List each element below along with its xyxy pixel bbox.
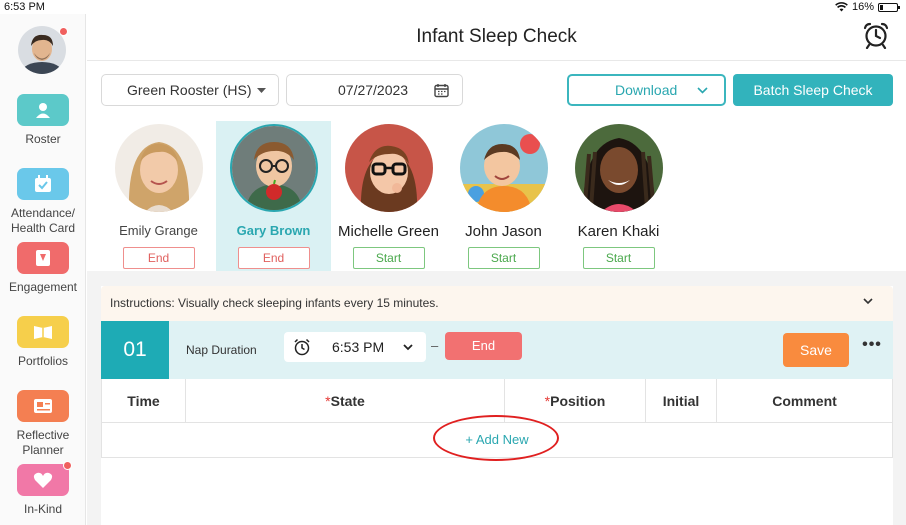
status-bar: 6:53 PM 16%: [0, 0, 906, 14]
download-dropdown[interactable]: Download: [567, 74, 726, 106]
child-photo: [459, 124, 548, 212]
download-label: Download: [615, 82, 678, 98]
sleep-check-panel: Instructions: Visually check sleeping in…: [101, 286, 893, 525]
page-header: Infant Sleep Check: [87, 14, 906, 61]
notification-dot: [59, 27, 68, 36]
sidebar-item-label: Attendance/ Health Card: [10, 206, 76, 235]
sidebar-item-attendance[interactable]: Attendance/ Health Card: [0, 168, 86, 236]
child-photo: [574, 124, 663, 212]
add-new-row: + Add New: [102, 415, 892, 461]
sidebar-item-reflective-planner[interactable]: Reflective Planner: [0, 390, 86, 458]
sidebar-item-portfolios[interactable]: Portfolios: [0, 316, 86, 369]
chevron-down-icon[interactable]: [863, 298, 873, 305]
instructions-text: Instructions: Visually check sleeping in…: [110, 296, 439, 310]
children-list: Emily Grange End Gary Brown End Michelle…: [101, 121, 891, 271]
roster-icon: [17, 94, 69, 126]
sidebar-item-in-kind[interactable]: In-Kind: [0, 461, 86, 517]
child-photo: [114, 124, 203, 212]
child-name: John Jason: [465, 223, 542, 240]
column-header-time: Time: [102, 379, 186, 423]
child-card-gary-brown[interactable]: Gary Brown End: [216, 121, 331, 271]
nap-row: 01 Nap Duration 6:53 PM – End Save •••: [101, 321, 893, 379]
start-button[interactable]: Start: [582, 247, 655, 269]
column-header-comment: Comment: [772, 393, 837, 409]
sidebar-item-roster[interactable]: Roster: [0, 94, 86, 147]
heart-icon: [17, 461, 72, 496]
nap-end-button[interactable]: End: [445, 332, 522, 360]
nap-start-time: 6:53 PM: [332, 339, 385, 355]
sidebar-item-label: Engagement: [8, 280, 78, 294]
instructions-bar[interactable]: Instructions: Visually check sleeping in…: [101, 286, 893, 321]
nap-duration-label: Nap Duration: [186, 343, 257, 357]
status-time: 6:53 PM: [4, 1, 45, 13]
end-button[interactable]: End: [122, 247, 195, 269]
child-name: Emily Grange: [119, 223, 198, 238]
child-card-john-jason[interactable]: John Jason Start: [446, 121, 561, 271]
child-card-emily-grange[interactable]: Emily Grange End: [101, 121, 216, 271]
user-avatar[interactable]: [18, 26, 68, 74]
engagement-icon: [17, 242, 69, 274]
toolbar: Green Rooster (HS) 07/27/2023 Download B…: [87, 61, 906, 121]
chevron-down-icon: [697, 86, 708, 94]
classroom-select-value: Green Rooster (HS): [127, 82, 252, 98]
child-photo: [344, 124, 433, 212]
date-picker[interactable]: 07/27/2023: [286, 74, 463, 106]
calendar-icon: [434, 83, 449, 97]
start-button[interactable]: Start: [352, 247, 425, 269]
page-title: Infant Sleep Check: [416, 26, 577, 47]
calendar-check-icon: [17, 168, 69, 200]
notification-dot: [63, 461, 72, 470]
nap-start-time-select[interactable]: 6:53 PM: [284, 332, 426, 362]
child-card-karen-khaki[interactable]: Karen Khaki Start: [561, 121, 676, 271]
more-options-icon[interactable]: •••: [861, 336, 883, 358]
date-value: 07/27/2023: [338, 82, 409, 98]
sidebar-item-label: Portfolios: [17, 354, 69, 368]
start-button[interactable]: Start: [467, 247, 540, 269]
sidebar-item-label: Reflective Planner: [16, 428, 70, 457]
alarm-clock-icon: [294, 338, 310, 356]
classroom-select[interactable]: Green Rooster (HS): [101, 74, 279, 106]
planner-icon: [17, 390, 69, 422]
sidebar-item-engagement[interactable]: Engagement: [0, 242, 86, 295]
portfolio-icon: [17, 316, 69, 348]
battery-icon: [878, 2, 900, 12]
column-header-position: *Position: [505, 379, 646, 423]
child-name: Michelle Green: [338, 223, 439, 240]
sidebar-item-label: Roster: [25, 132, 61, 146]
alarm-button[interactable]: [862, 21, 890, 50]
column-header-initial: Initial: [646, 379, 717, 423]
nap-number: 01: [101, 321, 169, 379]
battery-percent: 16%: [851, 1, 874, 13]
chevron-down-icon: [403, 343, 413, 350]
alarm-clock-icon: [863, 22, 889, 50]
highlight-circle: [433, 415, 559, 461]
batch-sleep-check-button[interactable]: Batch Sleep Check: [733, 74, 893, 106]
sleep-check-table: Time *State *Position Initial Comment + …: [101, 379, 893, 461]
child-photo: [229, 124, 318, 212]
time-range-dash: –: [431, 338, 439, 353]
wifi-icon: [835, 2, 848, 12]
caret-down-icon: [257, 87, 267, 93]
child-name: Gary Brown: [236, 223, 311, 238]
sidebar: Roster Attendance/ Health Card Engagemen…: [0, 14, 86, 525]
child-card-michelle-green[interactable]: Michelle Green Start: [331, 121, 446, 271]
child-name: Karen Khaki: [577, 223, 660, 240]
end-button[interactable]: End: [237, 247, 310, 269]
sidebar-item-label: In-Kind: [23, 502, 63, 516]
save-button[interactable]: Save: [783, 333, 849, 367]
column-header-state: *State: [186, 379, 505, 423]
